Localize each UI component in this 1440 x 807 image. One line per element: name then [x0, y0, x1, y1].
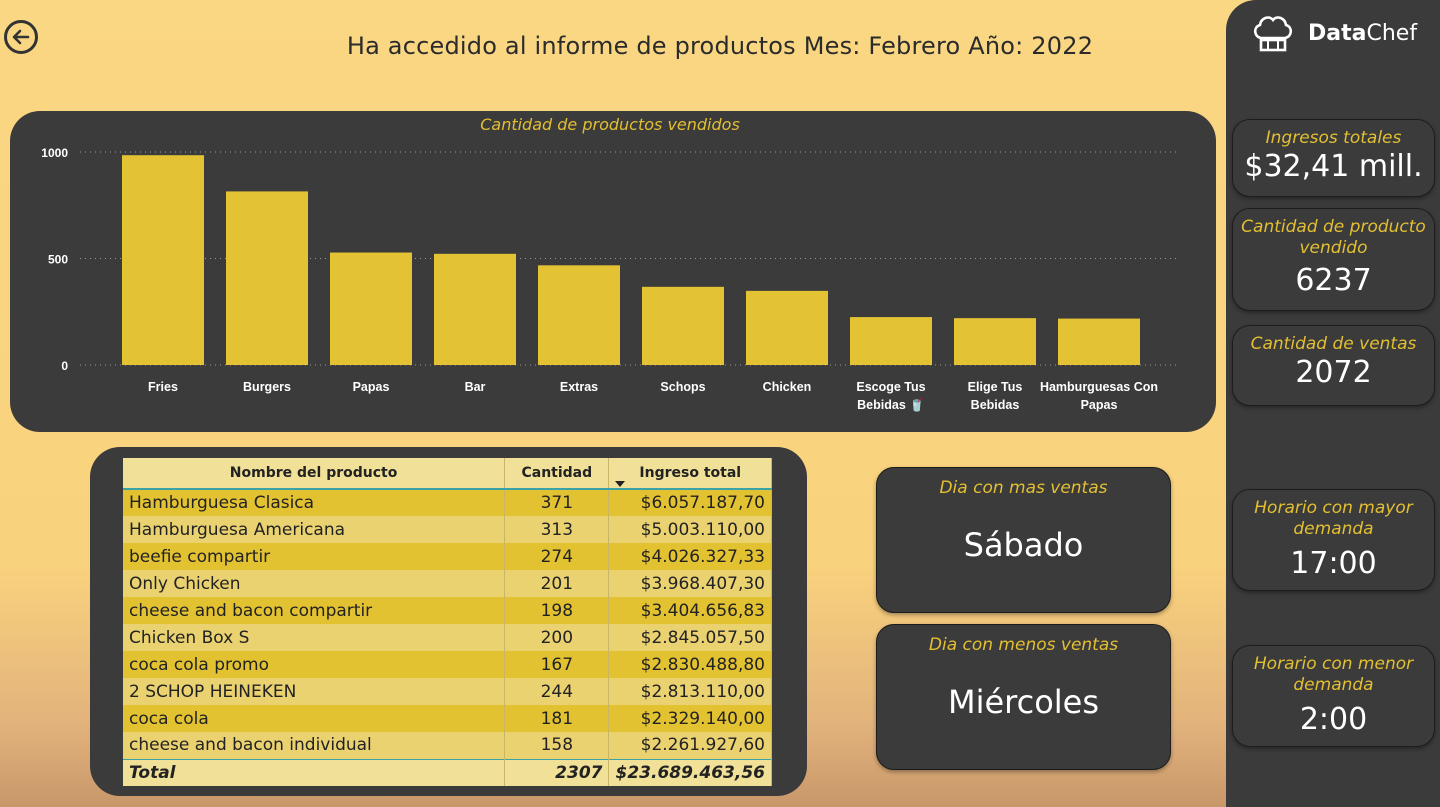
y-tick-label: 1000: [41, 146, 68, 160]
cell-product: Only Chicken: [123, 570, 506, 597]
cell-product: Chicken Box S: [123, 624, 506, 651]
table-row[interactable]: Chicken Box S 200 $2.845.057,50: [123, 624, 772, 651]
cell-revenue: $6.057.187,70: [608, 489, 772, 516]
table-header-row: Nombre del producto Cantidad Ingreso tot…: [123, 458, 772, 490]
table-row[interactable]: Hamburguesa Clasica 371 $6.057.187,70: [123, 489, 772, 516]
x-tick-label: Papas: [353, 380, 390, 394]
kpi-low-hour-label: Horario con menor demanda: [1253, 654, 1414, 695]
cell-quantity: 313: [504, 516, 610, 543]
bar[interactable]: [642, 286, 724, 365]
x-tick-label: Extras: [560, 380, 598, 394]
bar[interactable]: [226, 191, 308, 365]
table-row[interactable]: beefie compartir 274 $4.026.327,33: [123, 543, 772, 570]
kpi-total-revenue: Ingresos totales $32,41 mill.: [1232, 119, 1435, 197]
cell-product: cheese and bacon compartir: [123, 597, 506, 624]
table-row[interactable]: coca cola 181 $2.329.140,00: [123, 705, 772, 732]
chef-hat-icon: [1253, 16, 1293, 52]
x-tick-label: Chicken: [763, 380, 812, 394]
kpi-products-sold: Cantidad de producto vendido 6237: [1232, 208, 1435, 311]
y-tick-label: 500: [48, 253, 68, 267]
cell-quantity: 198: [504, 597, 610, 624]
y-tick-label: 0: [61, 359, 68, 373]
cell-product: beefie compartir: [123, 543, 506, 570]
cell-quantity: 371: [504, 489, 610, 516]
table-row[interactable]: 2 SCHOP HEINEKEN 244 $2.813.110,00: [123, 678, 772, 705]
bar[interactable]: [122, 155, 204, 365]
max-sales-day-card: Dia con mas ventas Sábado: [876, 467, 1171, 613]
cell-quantity: 201: [504, 570, 610, 597]
brand-name: DataChef: [1308, 20, 1418, 46]
table-row[interactable]: Only Chicken 201 $3.968.407,30: [123, 570, 772, 597]
bar[interactable]: [746, 290, 828, 365]
kpi-sales-count-value: 2072: [1295, 355, 1372, 390]
x-tick-label: Schops: [660, 380, 705, 394]
header-product[interactable]: Nombre del producto: [123, 458, 506, 490]
table-row[interactable]: cheese and bacon compartir 198 $3.404.656,…: [123, 597, 772, 624]
total-quantity: 2307: [504, 758, 610, 786]
table-row[interactable]: cheese and bacon individual 158 $2.261.927…: [123, 732, 772, 759]
total-revenue: $23.689.463,56: [608, 758, 772, 786]
table-total-row: Total 2307 $23.689.463,56: [123, 758, 772, 786]
page-title: Ha accedido al informe de productos Mes:…: [346, 32, 1094, 60]
bar[interactable]: [1058, 318, 1140, 365]
max-sales-day-label: Dia con mas ventas: [939, 478, 1108, 498]
kpi-sales-count: Cantidad de ventas 2072: [1232, 325, 1435, 406]
x-tick-label: Burgers: [243, 380, 291, 394]
bar[interactable]: [954, 318, 1036, 365]
x-tick-label: Bar: [465, 380, 486, 394]
brand-logo: DataChef: [1252, 14, 1417, 52]
x-tick-label: Fries: [148, 380, 178, 394]
cell-revenue: $2.813.110,00: [608, 678, 772, 705]
min-sales-day-card: Dia con menos ventas Miércoles: [876, 624, 1171, 770]
kpi-peak-hour: Horario con mayor demanda 17:00: [1232, 489, 1435, 591]
bar[interactable]: [330, 252, 412, 365]
bar-chart: 0 500 1000 Fries Burgers Papas Bar Extras Schops…: [41, 146, 1178, 412]
products-table: Nombre del producto Cantidad Ingreso tot…: [123, 458, 772, 786]
cell-revenue: $4.026.327,33: [608, 543, 772, 570]
bar[interactable]: [538, 265, 620, 365]
min-sales-day-label: Dia con menos ventas: [928, 635, 1119, 655]
table-row[interactable]: coca cola promo 167 $2.830.488,80: [123, 651, 772, 678]
kpi-low-hour-value: 2:00: [1299, 702, 1368, 737]
cell-product: Hamburguesa Americana: [123, 516, 506, 543]
total-label: Total: [123, 758, 506, 786]
min-sales-day-value: Miércoles: [947, 683, 1100, 721]
x-tick-label: Hamburguesas Con Papas: [1040, 380, 1158, 412]
kpi-total-revenue-value: $32,41 mill.: [1244, 149, 1423, 184]
cell-revenue: $2.329.140,00: [608, 705, 772, 732]
max-sales-day-value: Sábado: [963, 526, 1084, 564]
cell-revenue: $5.003.110,00: [608, 516, 772, 543]
cell-revenue: $3.968.407,30: [608, 570, 772, 597]
sort-desc-icon: [615, 481, 626, 487]
kpi-total-revenue-label: Ingresos totales: [1265, 128, 1402, 148]
kpi-peak-hour-label: Horario con mayor demanda: [1254, 498, 1413, 539]
cell-quantity: 274: [504, 543, 610, 570]
x-tick-label: Escoge Tus Bebidas 🥤: [856, 380, 925, 412]
cell-revenue: $2.261.927,60: [608, 732, 772, 759]
kpi-peak-hour-value: 17:00: [1290, 546, 1377, 581]
cell-quantity: 158: [504, 732, 610, 759]
kpi-products-sold-value: 6237: [1295, 263, 1372, 298]
cell-quantity: 200: [504, 624, 610, 651]
bar[interactable]: [434, 253, 516, 365]
table-row[interactable]: Hamburguesa Americana 313 $5.003.110,00: [123, 516, 772, 543]
header-quantity[interactable]: Cantidad: [504, 458, 610, 490]
cell-revenue: $2.830.488,80: [608, 651, 772, 678]
cell-quantity: 167: [504, 651, 610, 678]
kpi-low-hour: Horario con menor demanda 2:00: [1232, 645, 1435, 747]
cell-quantity: 244: [504, 678, 610, 705]
cell-product: Hamburguesa Clasica: [123, 489, 506, 516]
header-revenue[interactable]: Ingreso total: [608, 458, 772, 490]
cell-product: cheese and bacon individual: [123, 732, 506, 759]
cell-revenue: $3.404.656,83: [608, 597, 772, 624]
cell-product: 2 SCHOP HEINEKEN: [123, 678, 506, 705]
kpi-sales-count-label: Cantidad de ventas: [1250, 334, 1417, 354]
cell-revenue: $2.845.057,50: [608, 624, 772, 651]
x-tick-label: Elige Tus Bebidas: [968, 380, 1023, 412]
kpi-products-sold-label: Cantidad de producto vendido: [1241, 217, 1426, 258]
cell-product: coca cola: [123, 705, 506, 732]
bar[interactable]: [850, 317, 932, 365]
cell-product: coca cola promo: [123, 651, 506, 678]
cell-quantity: 181: [504, 705, 610, 732]
